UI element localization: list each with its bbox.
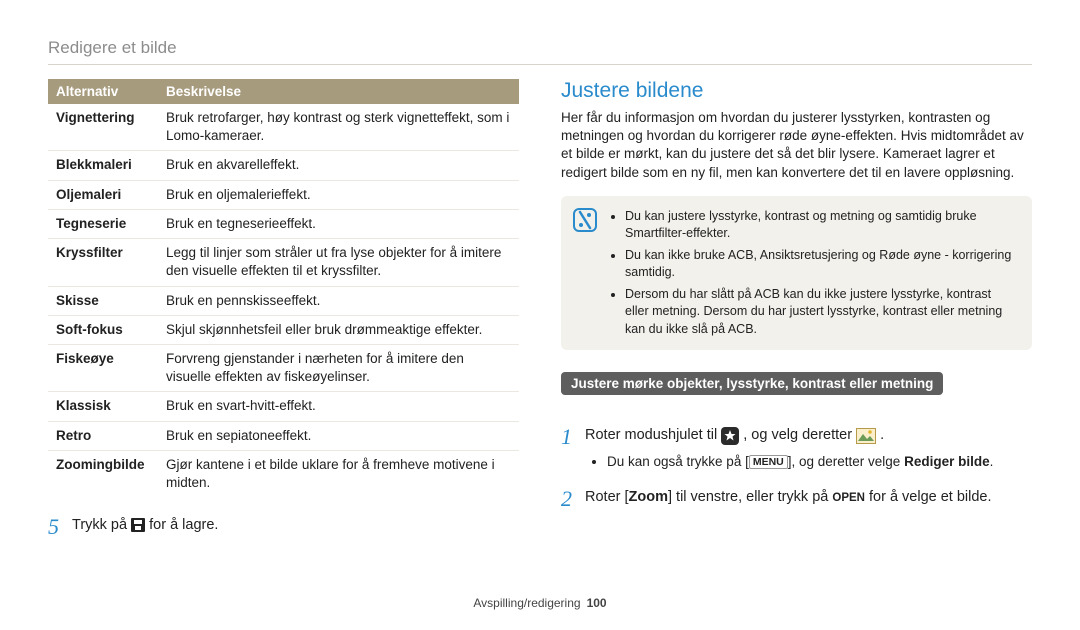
step-text: Trykk på for å lagre.: [72, 515, 218, 537]
table-header-alternativ: Alternativ: [48, 79, 158, 104]
step-2: 2 Roter [Zoom] til venstre, eller trykk …: [561, 487, 1032, 511]
options-table: Alternativ Beskrivelse VignetteringBruk …: [48, 79, 519, 497]
table-row: VignetteringBruk retrofarger, høy kontra…: [48, 104, 519, 151]
section-heading: Justere bildene: [561, 79, 1032, 103]
title-rule: [48, 64, 1032, 65]
table-row: KryssfilterLegg til linjer som stråler u…: [48, 239, 519, 286]
note-item: Du kan justere lysstyrke, kontrast og me…: [625, 208, 1018, 243]
table-row: TegneserieBruk en tegneserieeffekt.: [48, 209, 519, 238]
option-description: Skjul skjønnhetsfeil eller bruk drømmeak…: [158, 315, 519, 344]
menu-button-label: MENU: [749, 455, 788, 470]
option-description: Gjør kantene i et bilde uklare for å fre…: [158, 450, 519, 497]
option-description: Bruk en tegneserieeffekt.: [158, 209, 519, 238]
sub-bullet: Du kan også trykke på [MENU], og derette…: [607, 454, 1032, 470]
step-number: 5: [48, 515, 62, 539]
open-label: OPEN: [832, 492, 865, 504]
option-name: Blekkmaleri: [48, 151, 158, 180]
option-description: Legg til linjer som stråler ut fra lyse …: [158, 239, 519, 286]
option-name: Skisse: [48, 286, 158, 315]
table-row: KlassiskBruk en svart-hvitt-effekt.: [48, 392, 519, 421]
option-name: Zoomingbilde: [48, 450, 158, 497]
note-box: Du kan justere lysstyrke, kontrast og me…: [561, 196, 1032, 351]
right-column: Justere bildene Her får du informasjon o…: [561, 79, 1032, 539]
page-number: 100: [587, 596, 607, 610]
note-item: Du kan ikke bruke ACB, Ansiktsretusjerin…: [625, 247, 1018, 282]
option-name: Vignettering: [48, 104, 158, 151]
option-description: Bruk en oljemalerieffekt.: [158, 180, 519, 209]
option-description: Forvreng gjenstander i nærheten for å im…: [158, 344, 519, 391]
option-name: Retro: [48, 421, 158, 450]
step-number: 2: [561, 487, 575, 511]
table-row: SkisseBruk en pennskisseeffekt.: [48, 286, 519, 315]
option-name: Soft-fokus: [48, 315, 158, 344]
step-text: Roter modushjulet til , og velg deretter…: [585, 425, 884, 447]
save-disk-icon: [131, 518, 145, 532]
table-row: OljemaleriBruk en oljemalerieffekt.: [48, 180, 519, 209]
option-description: Bruk en svart-hvitt-effekt.: [158, 392, 519, 421]
table-row: RetroBruk en sepiatoneeffekt.: [48, 421, 519, 450]
step-1: 1 Roter modushjulet til , og velg derett…: [561, 425, 1032, 449]
page-footer: Avspilling/redigering 100: [0, 596, 1080, 610]
option-description: Bruk en sepiatoneeffekt.: [158, 421, 519, 450]
table-row: BlekkmaleriBruk en akvarelleffekt.: [48, 151, 519, 180]
step-number: 1: [561, 425, 575, 449]
mode-dial-magic-icon: [721, 427, 739, 445]
option-description: Bruk en akvarelleffekt.: [158, 151, 519, 180]
option-name: Oljemaleri: [48, 180, 158, 209]
left-column: Alternativ Beskrivelse VignetteringBruk …: [48, 79, 519, 539]
step-5: 5 Trykk på for å lagre.: [48, 515, 519, 539]
note-list: Du kan justere lysstyrke, kontrast og me…: [609, 208, 1018, 339]
table-row: ZoomingbildeGjør kantene i et bilde ukla…: [48, 450, 519, 497]
subheading-pill: Justere mørke objekter, lysstyrke, kontr…: [561, 372, 943, 395]
footer-section: Avspilling/redigering: [473, 596, 580, 610]
option-description: Bruk retrofarger, høy kontrast og sterk …: [158, 104, 519, 151]
step-1-sub: Du kan også trykke på [MENU], og derette…: [589, 454, 1032, 470]
option-name: Kryssfilter: [48, 239, 158, 286]
option-name: Fiskeøye: [48, 344, 158, 391]
option-name: Tegneserie: [48, 209, 158, 238]
note-icon: [573, 208, 597, 339]
note-item: Dersom du har slått på ACB kan du ikke j…: [625, 286, 1018, 339]
table-row: FiskeøyeForvreng gjenstander i nærheten …: [48, 344, 519, 391]
intro-paragraph: Her får du informasjon om hvordan du jus…: [561, 109, 1032, 182]
table-row: Soft-fokusSkjul skjønnhetsfeil eller bru…: [48, 315, 519, 344]
step-text: Roter [Zoom] til venstre, eller trykk på…: [585, 487, 992, 509]
option-name: Klassisk: [48, 392, 158, 421]
option-description: Bruk en pennskisseeffekt.: [158, 286, 519, 315]
table-header-beskrivelse: Beskrivelse: [158, 79, 519, 104]
page-title: Redigere et bilde: [48, 38, 1032, 58]
landscape-photo-icon: [856, 428, 876, 444]
